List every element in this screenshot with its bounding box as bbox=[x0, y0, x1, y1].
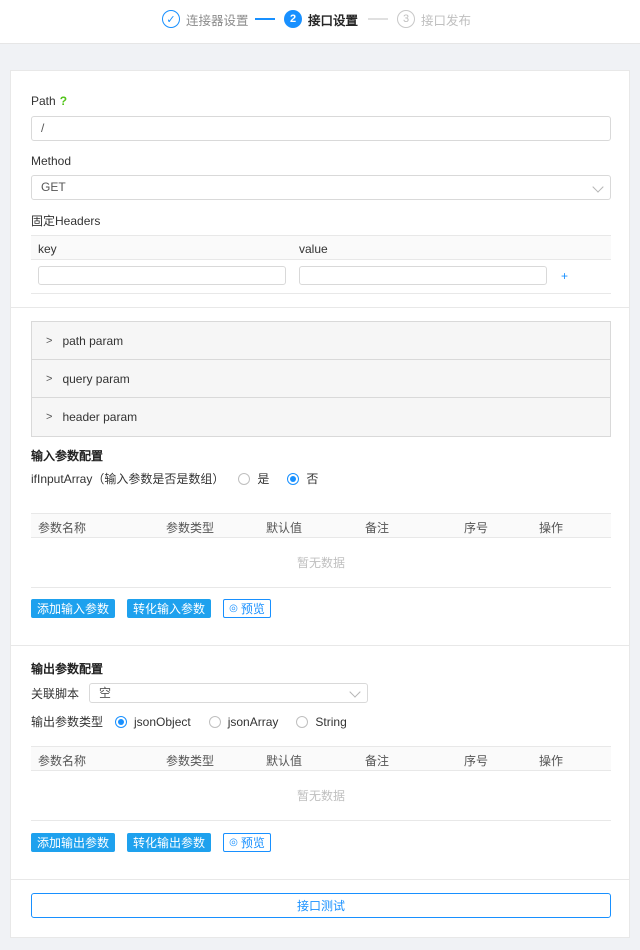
column-remark: 备注 bbox=[365, 521, 390, 535]
step-connector-pending bbox=[368, 18, 388, 20]
input-params-header: 参数名称 参数类型 默认值 备注 序号 操作 bbox=[31, 513, 611, 538]
output-config-title: 输出参数配置 bbox=[31, 662, 104, 676]
headers-label: 固定Headers bbox=[31, 214, 101, 228]
step-connector-settings[interactable]: ✓ 连接器设置 bbox=[162, 10, 249, 28]
column-param-name: 参数名称 bbox=[38, 521, 87, 535]
chevron-right-icon: > bbox=[46, 334, 53, 347]
radio-yes[interactable]: 是 bbox=[238, 470, 269, 487]
collapse-label: query param bbox=[62, 371, 130, 386]
radio-label: jsonObject bbox=[134, 714, 191, 729]
collapse-label: path param bbox=[62, 333, 124, 348]
radio-jsonobject[interactable]: jsonObject bbox=[115, 715, 191, 729]
collapse-path-param[interactable]: > path param bbox=[32, 322, 610, 360]
column-param-type: 参数类型 bbox=[166, 521, 215, 535]
output-preview-button[interactable]: ◎ 预览 bbox=[223, 833, 271, 852]
empty-state: 暂无数据 bbox=[31, 538, 611, 588]
headers-table-row: + bbox=[31, 260, 611, 294]
script-label: 关联脚本 bbox=[31, 687, 80, 701]
column-param-name: 参数名称 bbox=[38, 754, 87, 768]
input-array-row: ifInputArray（输入参数是否是数组） 是 否 bbox=[31, 470, 336, 487]
help-icon[interactable]: ? bbox=[60, 94, 67, 108]
empty-state: 暂无数据 bbox=[31, 771, 611, 821]
radio-circle bbox=[208, 715, 221, 728]
column-order: 序号 bbox=[464, 754, 489, 768]
input-array-label: ifInputArray（输入参数是否是数组） bbox=[31, 472, 225, 486]
column-default: 默认值 bbox=[266, 521, 303, 535]
radio-no[interactable]: 否 bbox=[287, 470, 318, 487]
collapse-header-param[interactable]: > header param bbox=[32, 398, 610, 436]
output-type-label: 输出参数类型 bbox=[31, 715, 104, 729]
check-icon: ✓ bbox=[162, 10, 180, 28]
radio-label: 是 bbox=[257, 472, 270, 486]
step-connector-done bbox=[255, 18, 275, 20]
script-select[interactable]: 空 bbox=[89, 683, 368, 703]
method-select[interactable]: GET bbox=[31, 175, 611, 200]
divider bbox=[11, 879, 629, 880]
params-collapse: > path param > query param > header para… bbox=[31, 321, 611, 437]
convert-input-param-button[interactable]: 转化输入参数 bbox=[127, 599, 211, 618]
step-label: 接口设置 bbox=[308, 13, 359, 28]
output-params-header: 参数名称 参数类型 默认值 备注 序号 操作 bbox=[31, 746, 611, 771]
column-order: 序号 bbox=[464, 521, 489, 535]
eye-icon: ◎ bbox=[229, 603, 238, 614]
output-params-table: 参数名称 参数类型 默认值 备注 序号 操作 暂无数据 bbox=[31, 746, 611, 821]
headers-table-header: key value bbox=[31, 236, 611, 260]
script-value: 空 bbox=[99, 686, 112, 700]
input-preview-button[interactable]: ◎ 预览 bbox=[223, 599, 271, 618]
chevron-right-icon: > bbox=[46, 411, 53, 423]
column-remark: 备注 bbox=[365, 754, 390, 768]
preview-label: 预览 bbox=[240, 602, 265, 616]
chevron-down-icon bbox=[349, 686, 361, 698]
collapse-query-param[interactable]: > query param bbox=[32, 360, 610, 398]
column-default: 默认值 bbox=[266, 754, 303, 768]
chevron-down-icon bbox=[592, 181, 604, 193]
column-key: key bbox=[38, 242, 57, 256]
output-type-row: 输出参数类型 jsonObject jsonArray String bbox=[31, 713, 365, 730]
step-label: 接口发布 bbox=[421, 13, 472, 28]
radio-string[interactable]: String bbox=[296, 714, 347, 729]
radio-circle bbox=[115, 715, 128, 728]
steps-bar: ✓ 连接器设置 2 接口设置 3 接口发布 bbox=[0, 0, 640, 44]
interface-test-button[interactable]: 接口测试 bbox=[31, 893, 611, 918]
step-label: 连接器设置 bbox=[186, 13, 249, 28]
radio-circle bbox=[296, 715, 309, 728]
column-actions: 操作 bbox=[539, 521, 564, 535]
radio-circle bbox=[238, 472, 251, 485]
step-interface-publish[interactable]: 3 接口发布 bbox=[397, 10, 471, 28]
radio-label: 否 bbox=[306, 472, 319, 486]
eye-icon: ◎ bbox=[229, 837, 238, 848]
divider bbox=[11, 307, 629, 308]
input-config-title: 输入参数配置 bbox=[31, 449, 104, 463]
path-label-text: Path bbox=[31, 94, 56, 108]
add-output-param-button[interactable]: 添加输出参数 bbox=[31, 833, 115, 852]
input-params-table: 参数名称 参数类型 默认值 备注 序号 操作 暂无数据 bbox=[31, 513, 611, 588]
radio-label: String bbox=[315, 714, 347, 729]
path-input[interactable]: / bbox=[31, 116, 611, 141]
method-label: Method bbox=[31, 154, 72, 168]
add-input-param-button[interactable]: 添加输入参数 bbox=[31, 599, 115, 618]
add-header-button[interactable]: + bbox=[561, 269, 568, 283]
step-number: 3 bbox=[397, 10, 415, 28]
interface-settings-card: Path? / Method GET 固定Headers key value +… bbox=[10, 70, 630, 938]
divider bbox=[11, 645, 629, 646]
radio-label: jsonArray bbox=[227, 714, 279, 729]
radio-circle bbox=[287, 472, 300, 485]
column-param-type: 参数类型 bbox=[166, 754, 215, 768]
header-key-input[interactable] bbox=[38, 266, 286, 285]
path-label: Path? bbox=[31, 94, 67, 108]
preview-label: 预览 bbox=[240, 836, 265, 850]
header-value-input[interactable] bbox=[299, 266, 547, 285]
headers-table: key value + bbox=[31, 235, 611, 294]
column-value: value bbox=[299, 242, 328, 256]
step-interface-settings[interactable]: 2 接口设置 bbox=[284, 10, 358, 28]
column-actions: 操作 bbox=[539, 754, 564, 768]
radio-jsonarray[interactable]: jsonArray bbox=[208, 714, 279, 729]
step-number: 2 bbox=[284, 10, 302, 28]
method-value: GET bbox=[41, 180, 66, 194]
chevron-right-icon: > bbox=[46, 372, 53, 385]
collapse-label: header param bbox=[62, 410, 138, 424]
convert-output-param-button[interactable]: 转化输出参数 bbox=[127, 833, 211, 852]
